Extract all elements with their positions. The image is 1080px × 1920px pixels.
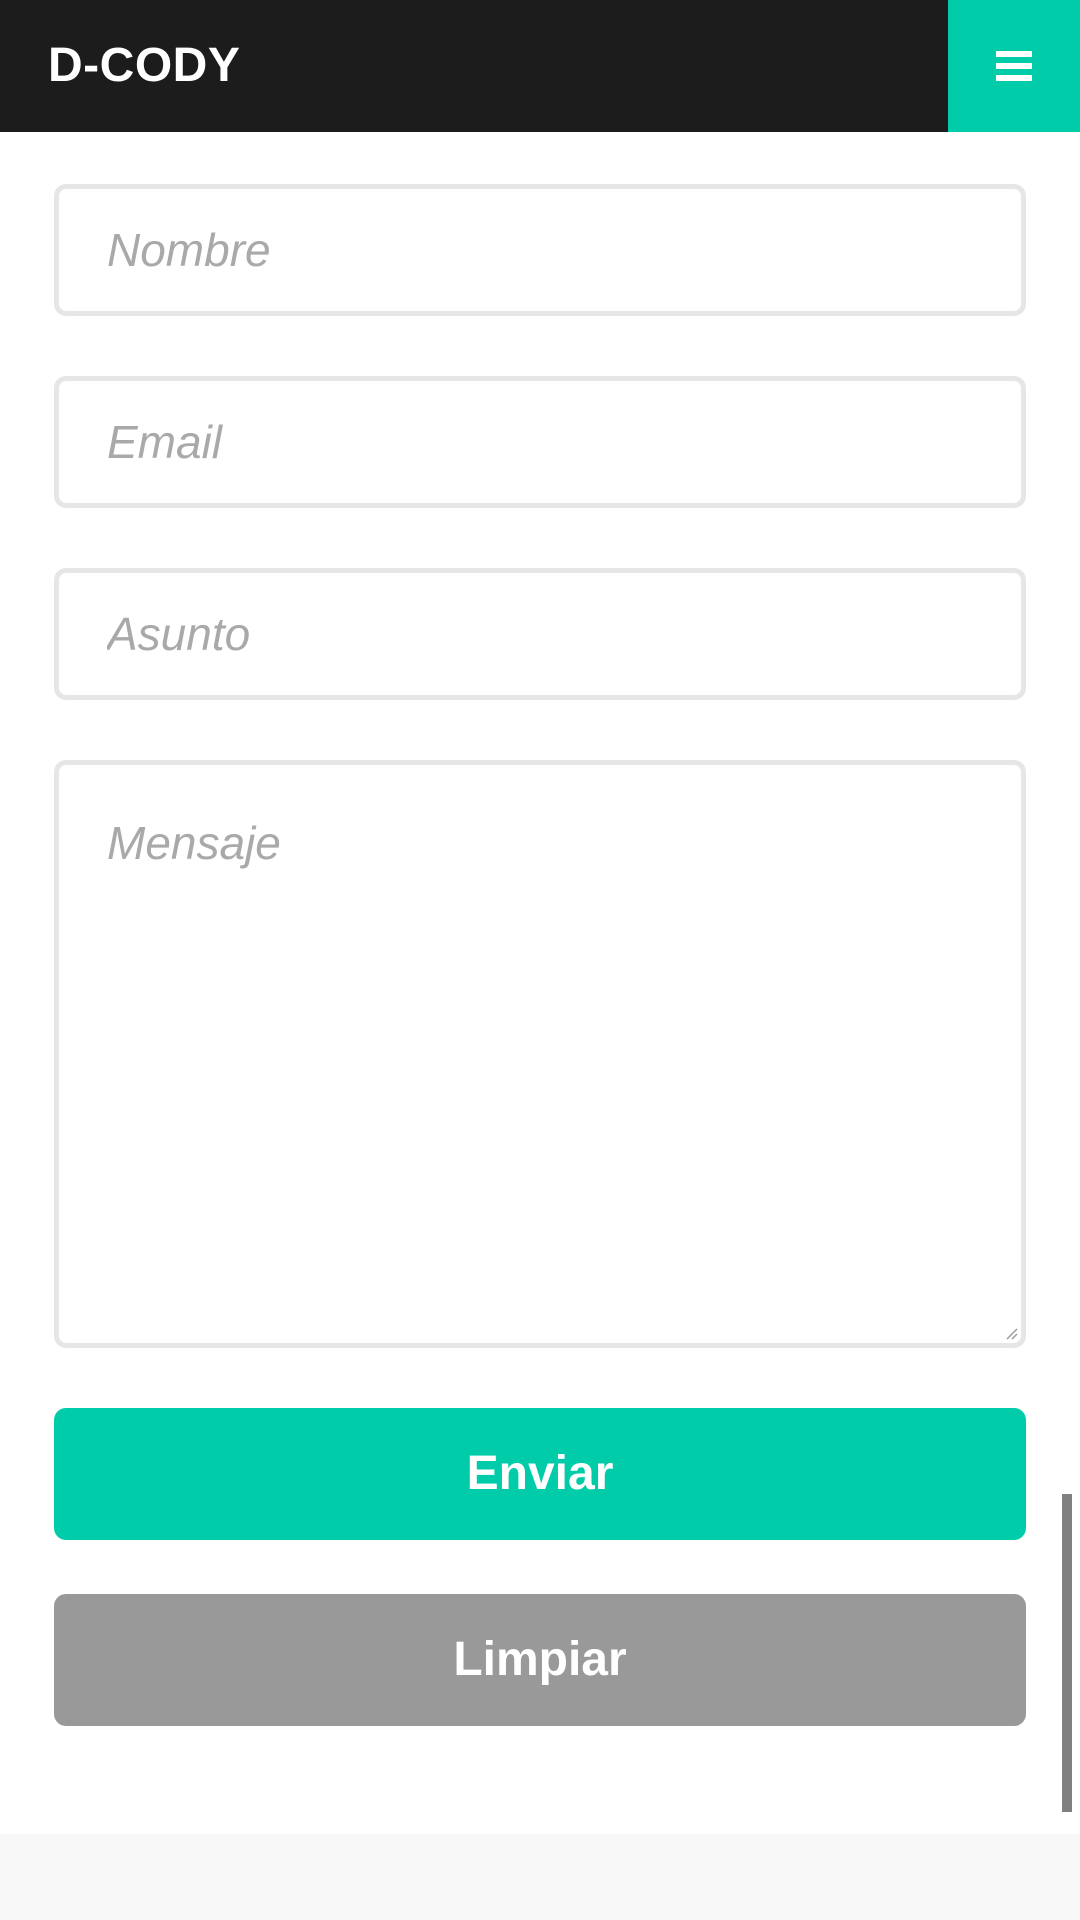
name-input[interactable] [54, 184, 1026, 316]
brand-logo[interactable]: D-CODY [48, 0, 240, 132]
scrollbar-thumb[interactable] [1062, 1494, 1072, 1812]
menu-toggle-button[interactable] [948, 0, 1080, 132]
email-input[interactable] [54, 376, 1026, 508]
footer-area [0, 1834, 1080, 1920]
message-textarea[interactable] [54, 760, 1026, 1348]
resize-handle-icon[interactable] [1004, 1326, 1018, 1340]
subject-input[interactable] [54, 568, 1026, 700]
clear-button[interactable]: Limpiar [54, 1594, 1026, 1726]
top-navbar: D-CODY [0, 0, 1080, 132]
submit-button[interactable]: Enviar [54, 1408, 1026, 1540]
